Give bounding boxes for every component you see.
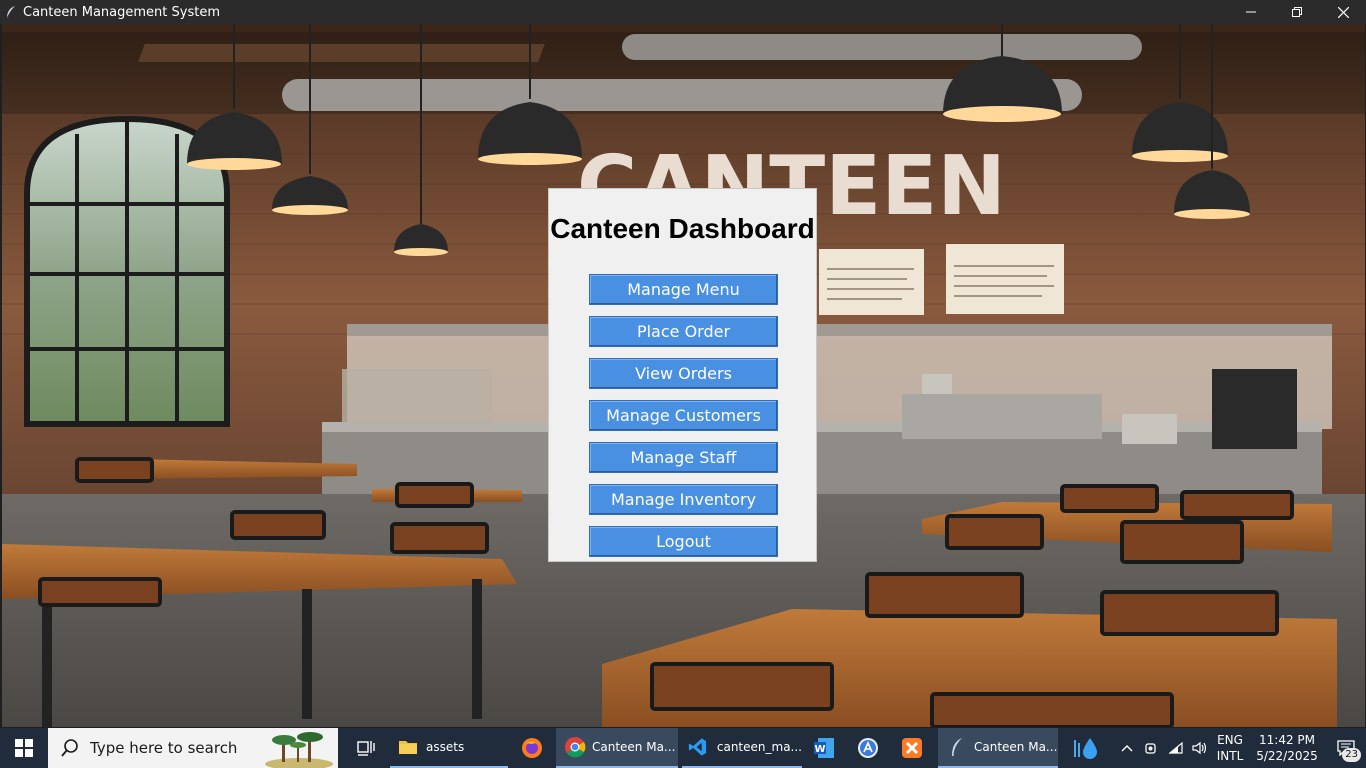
keyboard-layout: INTL xyxy=(1216,749,1244,763)
taskbar-item-vscode[interactable]: canteen_ma... xyxy=(682,728,802,768)
minimize-icon xyxy=(1246,11,1256,13)
manage-customers-button[interactable]: Manage Customers xyxy=(589,400,778,431)
taskbar-item-word[interactable]: W xyxy=(804,728,844,768)
window-titlebar: Canteen Management System xyxy=(0,0,1366,24)
camera-icon xyxy=(1145,743,1156,754)
show-hidden-icons-button[interactable] xyxy=(1116,744,1138,752)
wifi-icon xyxy=(1168,741,1183,754)
view-orders-button[interactable]: View Orders xyxy=(589,358,778,389)
task-view-button[interactable] xyxy=(346,728,386,768)
feather-icon xyxy=(952,738,962,756)
network-button[interactable] xyxy=(1164,741,1188,755)
taskbar-item-firefox[interactable] xyxy=(512,728,552,768)
xampp-icon xyxy=(902,738,922,758)
restore-icon xyxy=(1292,7,1302,17)
close-button[interactable] xyxy=(1320,0,1366,24)
vscode-icon xyxy=(688,738,707,756)
meet-now-button[interactable] xyxy=(1138,741,1164,755)
place-order-button[interactable]: Place Order xyxy=(589,316,778,347)
taskbar-item-assets[interactable]: assets xyxy=(390,728,508,768)
taskbar-item-label: Canteen Ma... xyxy=(974,740,1058,754)
firefox-icon xyxy=(522,738,542,758)
clock[interactable]: 11:42 PM 5/22/2025 xyxy=(1248,732,1326,764)
taskbar-item-xampp[interactable] xyxy=(892,728,932,768)
water-drop-icon xyxy=(1074,738,1097,759)
clock-time: 11:42 PM xyxy=(1259,733,1315,747)
taskbar-item-label: assets xyxy=(426,740,465,754)
language-indicator[interactable]: ENG INTL xyxy=(1212,732,1248,764)
taskbar-search-box[interactable]: Type here to search xyxy=(48,728,338,768)
taskbar: Type here to search assets Canteen Ma...… xyxy=(0,728,1366,768)
manage-inventory-button[interactable]: Manage Inventory xyxy=(589,484,778,515)
restore-button[interactable] xyxy=(1274,0,1320,24)
chrome-icon xyxy=(565,737,586,758)
svg-text:W: W xyxy=(814,744,825,755)
taskbar-item-water[interactable] xyxy=(1066,728,1106,768)
search-icon xyxy=(61,739,78,757)
app-store-icon xyxy=(858,738,878,758)
taskbar-item-chrome[interactable]: Canteen Ma... xyxy=(556,728,678,768)
start-button[interactable] xyxy=(0,728,48,768)
word-icon: W xyxy=(814,738,834,758)
folder-icon xyxy=(399,741,417,754)
windows-logo-icon xyxy=(15,739,33,757)
system-tray: ENG INTL 11:42 PM 5/22/2025 23 xyxy=(1116,728,1366,768)
taskbar-item-label: Canteen Ma... xyxy=(592,740,676,754)
task-view-icon xyxy=(357,741,375,756)
manage-menu-button[interactable]: Manage Menu xyxy=(589,274,778,305)
volume-button[interactable] xyxy=(1188,741,1212,755)
notification-count-badge: 23 xyxy=(1342,748,1361,762)
language-code: ENG xyxy=(1217,733,1243,747)
manage-staff-button[interactable]: Manage Staff xyxy=(589,442,778,473)
search-highlight-icon xyxy=(265,732,333,768)
dashboard-panel: Canteen Dashboard Manage Menu Place Orde… xyxy=(548,188,817,562)
volume-icon xyxy=(1192,741,1207,755)
taskbar-item-label: canteen_ma... xyxy=(716,740,802,754)
chevron-up-icon xyxy=(1121,745,1133,752)
logout-button[interactable]: Logout xyxy=(589,526,778,557)
taskbar-item-canteen-app[interactable]: Canteen Ma... xyxy=(938,728,1058,768)
dashboard-title: Canteen Dashboard xyxy=(550,213,815,244)
window-title: Canteen Management System xyxy=(23,4,220,20)
taskbar-item-app-store[interactable] xyxy=(848,728,888,768)
search-placeholder: Type here to search xyxy=(90,739,238,757)
close-icon xyxy=(1337,6,1349,18)
notification-center-button[interactable]: 23 xyxy=(1326,740,1366,762)
feather-icon xyxy=(6,6,15,19)
clock-date: 5/22/2025 xyxy=(1256,749,1318,763)
minimize-button[interactable] xyxy=(1228,0,1274,24)
